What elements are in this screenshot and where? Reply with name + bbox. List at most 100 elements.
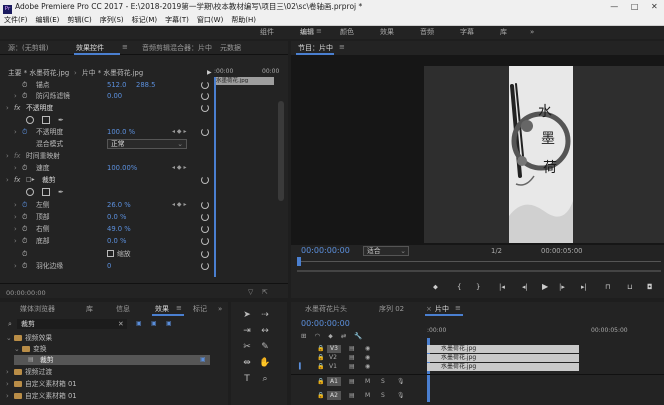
tree-item-video-effects[interactable]: 视频效果 <box>14 333 52 343</box>
speed-stopwatch-icon[interactable]: ⏱ <box>22 163 27 173</box>
tab-metadata[interactable]: 元数据 <box>220 41 241 55</box>
reset-icon[interactable] <box>201 92 209 100</box>
crop-top-value[interactable]: 0.0 % <box>107 212 126 222</box>
keyframe-nav-icon[interactable]: ◂ ◆ ▸ <box>172 163 186 173</box>
tab-libraries[interactable]: 库 <box>86 302 93 316</box>
opacity-stopwatch-icon[interactable]: ⏱ <box>22 127 27 137</box>
go-to-out-icon[interactable]: ▸| <box>581 283 587 291</box>
film-icon[interactable]: ▤ <box>349 354 355 362</box>
film-icon[interactable]: ▤ <box>349 363 355 371</box>
menu-title[interactable]: 字幕(T) <box>165 16 189 24</box>
ellipse-mask-icon[interactable] <box>26 188 34 196</box>
track-v2-label[interactable]: V2 <box>329 354 337 362</box>
panel-menu-icon[interactable]: ≡ <box>339 40 345 54</box>
top-stopwatch-icon[interactable]: ⏱ <box>22 212 27 222</box>
clear-search-icon[interactable]: ✕ <box>118 319 124 329</box>
expand-arrow-icon[interactable]: › <box>14 236 17 246</box>
pen-tool-icon[interactable]: ✎ <box>259 342 271 352</box>
collapse-arrow-icon[interactable]: › <box>6 175 9 185</box>
clip-bar[interactable]: 水墨荷花.jpg <box>214 77 274 85</box>
keyframe-nav-icon[interactable]: ◂ ◆ ▸ <box>172 200 186 210</box>
step-forward-icon[interactable]: |▸ <box>559 283 565 291</box>
collapse-arrow-icon[interactable]: ⌄ <box>6 333 12 343</box>
speed-value[interactable]: 100.00% <box>107 163 137 173</box>
slip-tool-icon[interactable]: ⇹ <box>241 358 253 368</box>
type-tool-icon[interactable]: T <box>241 374 253 384</box>
lock-icon[interactable]: 🔒 <box>317 363 324 371</box>
anti-flicker-stopwatch-icon[interactable]: ⏱ <box>22 91 27 101</box>
expand-arrow-icon[interactable]: › <box>14 91 17 101</box>
workspace-audio[interactable]: 音频 <box>420 26 434 39</box>
film-icon[interactable]: ▤ <box>349 345 355 353</box>
reset-icon[interactable] <box>201 250 209 258</box>
workspace-color[interactable]: 颜色 <box>340 26 354 39</box>
solo-button[interactable]: S <box>381 378 385 386</box>
filter-icon[interactable]: ▽ <box>248 287 253 297</box>
tab-info[interactable]: 信息 <box>116 302 130 316</box>
program-playhead[interactable] <box>297 257 301 266</box>
menu-sequence[interactable]: 序列(S) <box>100 16 124 24</box>
hand-tool-icon[interactable]: ✋ <box>259 358 271 368</box>
ellipse-mask-icon[interactable] <box>26 116 34 124</box>
mute-button[interactable]: M <box>365 378 370 386</box>
pen-mask-icon[interactable]: ✒ <box>58 115 64 125</box>
effect-controls-scrollbar[interactable] <box>278 101 284 201</box>
anchor-x-value[interactable]: 512.0 <box>107 80 126 90</box>
program-timecode[interactable]: 00:00:00:00 <box>301 246 350 256</box>
tree-item-crop[interactable]: ▤ 裁剪 ▣ <box>14 355 210 365</box>
effects-search-input[interactable]: 裁剪 <box>17 319 127 329</box>
rate-stretch-tool-icon[interactable]: ↔ <box>259 326 271 336</box>
zoom-checkbox[interactable] <box>107 250 114 257</box>
workspace-assembly[interactable]: 组件 <box>260 26 274 39</box>
video-frame[interactable]: 水 墨 荷 <box>424 66 664 243</box>
tab-markers[interactable]: 标记 <box>193 302 207 316</box>
resolution-dropdown[interactable]: 1/2 <box>491 246 502 256</box>
keyframe-nav-icon[interactable]: ◂ ◆ ▸ <box>172 127 186 137</box>
panel-menu-icon[interactable]: ≡ <box>122 40 128 54</box>
feather-value[interactable]: 0 <box>107 261 111 271</box>
extract-icon[interactable]: ⊔ <box>627 283 632 291</box>
tree-item-transform[interactable]: 变换 <box>22 344 47 354</box>
play-icon[interactable]: ▶ <box>207 68 212 78</box>
track-select-tool-icon[interactable]: ⇢ <box>259 310 271 320</box>
expand-arrow-icon[interactable]: › <box>6 391 9 401</box>
rectangle-mask-icon[interactable] <box>42 116 50 124</box>
v1-source-indicator[interactable]: ▍ <box>299 363 304 371</box>
expand-arrow-icon[interactable]: › <box>14 212 17 222</box>
expand-arrow-icon[interactable]: › <box>14 127 17 137</box>
eye-icon[interactable]: ◉ <box>365 345 370 353</box>
fx-badge[interactable]: fx <box>14 103 20 113</box>
minimize-button[interactable]: — <box>610 0 618 14</box>
lock-icon[interactable]: 🔒 <box>317 354 324 362</box>
track-a2-label[interactable]: A2 <box>327 391 341 400</box>
reset-icon[interactable] <box>201 262 209 270</box>
collapse-arrow-icon[interactable]: › <box>6 151 9 161</box>
lift-icon[interactable]: ⊓ <box>605 283 610 291</box>
menu-edit[interactable]: 编辑(E) <box>36 16 60 24</box>
rectangle-mask-icon[interactable] <box>42 188 50 196</box>
microphone-icon[interactable]: 🎙 <box>397 378 405 386</box>
menu-file[interactable]: 文件(F) <box>4 16 28 24</box>
add-marker-icon[interactable]: ⬥ <box>433 283 438 292</box>
32bit-effects-icon[interactable]: ▣ <box>151 319 157 329</box>
expand-arrow-icon[interactable]: › <box>6 379 9 389</box>
sync-lock-icon[interactable]: ▤ <box>349 392 355 400</box>
expand-arrow-icon[interactable]: › <box>14 224 17 234</box>
feather-stopwatch-icon[interactable]: ⏱ <box>22 261 27 271</box>
export-frame-icon[interactable]: ◘ <box>647 283 653 291</box>
reset-icon[interactable] <box>201 201 209 209</box>
left-stopwatch-icon[interactable]: ⏱ <box>22 200 27 210</box>
reset-icon[interactable] <box>201 128 209 136</box>
workspace-libraries[interactable]: 库 <box>500 26 507 39</box>
workspace-effects[interactable]: 效果 <box>380 26 394 39</box>
anchor-y-value[interactable]: 288.5 <box>136 80 155 90</box>
accelerated-effects-icon[interactable]: ▣ <box>136 319 142 329</box>
effect-controls-timecode[interactable]: 00:00:00:00 <box>6 288 46 298</box>
tab-sequence-02[interactable]: 序列 02 <box>379 302 404 316</box>
workspace-more-icon[interactable]: » <box>530 26 534 39</box>
tab-audio-clip-mixer[interactable]: 音频剪辑混合器：片中 <box>142 41 212 55</box>
master-clip-label[interactable]: 主要 * 水墨荷花.jpg <box>8 68 69 78</box>
step-back-icon[interactable]: ◂| <box>522 283 528 291</box>
expand-arrow-icon[interactable]: › <box>14 261 17 271</box>
panel-menu-icon[interactable]: ≡ <box>455 301 461 315</box>
